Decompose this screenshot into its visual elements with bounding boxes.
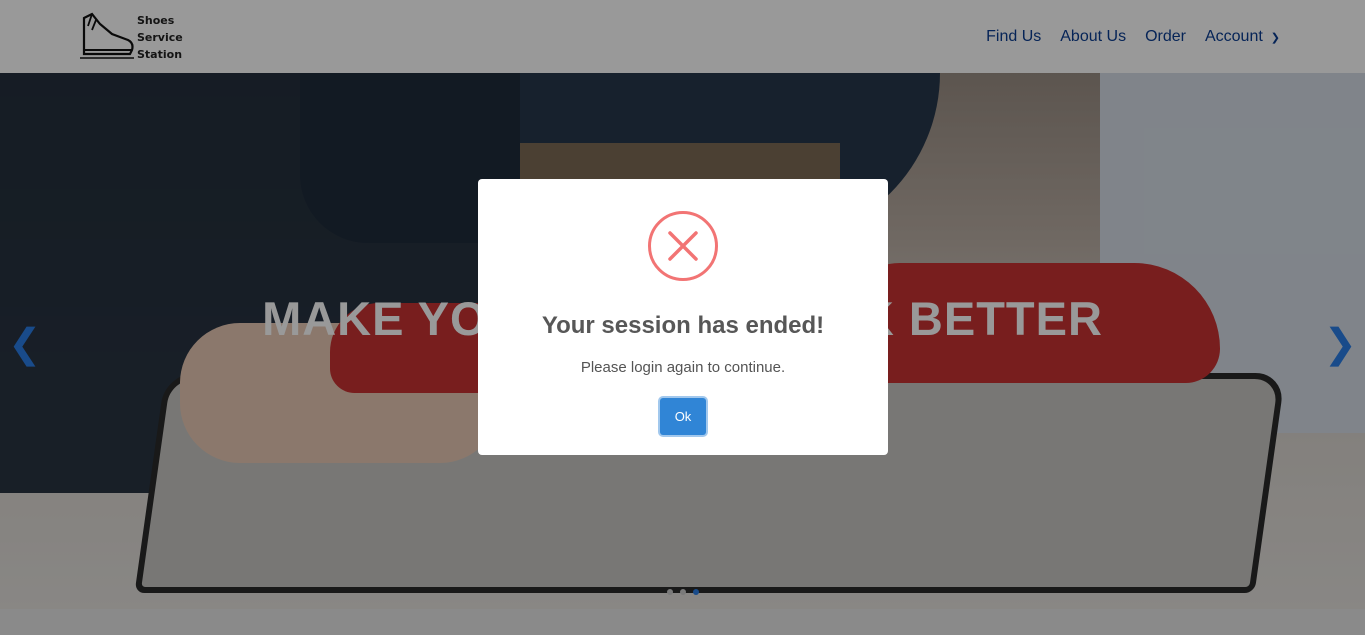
session-ended-dialog: Your session has ended! Please login aga…: [478, 179, 888, 455]
dialog-message: Please login again to continue.: [580, 359, 786, 376]
ok-button[interactable]: Ok: [660, 398, 706, 435]
error-x-icon: [648, 211, 718, 281]
dialog-title: Your session has ended!: [541, 312, 825, 339]
